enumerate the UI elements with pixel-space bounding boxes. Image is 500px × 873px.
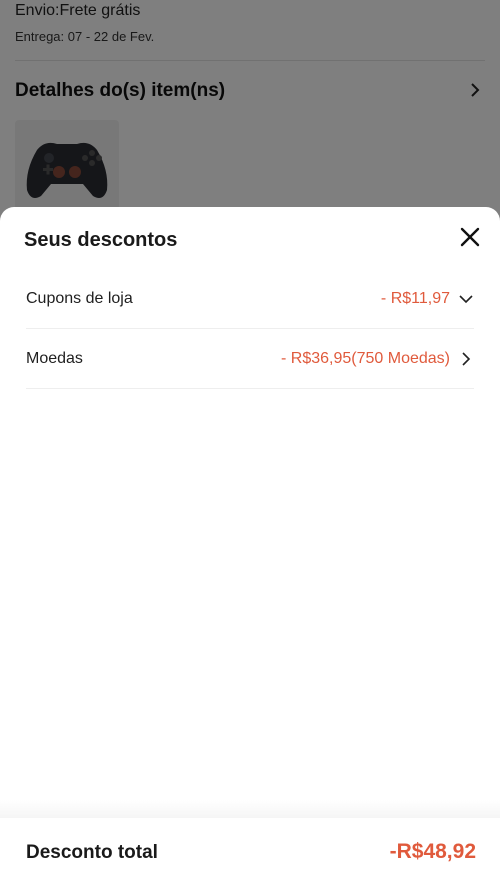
total-discount-footer: Desconto total -R$48,92 <box>0 818 500 873</box>
total-discount-label: Desconto total <box>26 842 158 863</box>
store-coupons-value: - R$11,97 <box>380 289 450 307</box>
chevron-down-icon[interactable] <box>458 291 474 307</box>
coins-value: - R$36,95(750 Moedas) <box>281 349 450 367</box>
store-coupons-row[interactable]: Cupons de loja - R$11,97 <box>26 269 474 329</box>
chevron-right-icon[interactable] <box>458 351 474 367</box>
total-discount-value: -R$48,92 <box>389 840 476 863</box>
coins-label: Moedas <box>26 349 83 367</box>
footer-shadow <box>0 800 500 820</box>
store-coupons-label: Cupons de loja <box>26 289 133 307</box>
close-icon[interactable] <box>458 225 482 249</box>
discounts-sheet: Seus descontos Cupons de loja - R$11,97 … <box>0 207 500 873</box>
coins-row[interactable]: Moedas - R$36,95(750 Moedas) <box>26 329 474 389</box>
sheet-title: Seus descontos <box>24 229 178 251</box>
